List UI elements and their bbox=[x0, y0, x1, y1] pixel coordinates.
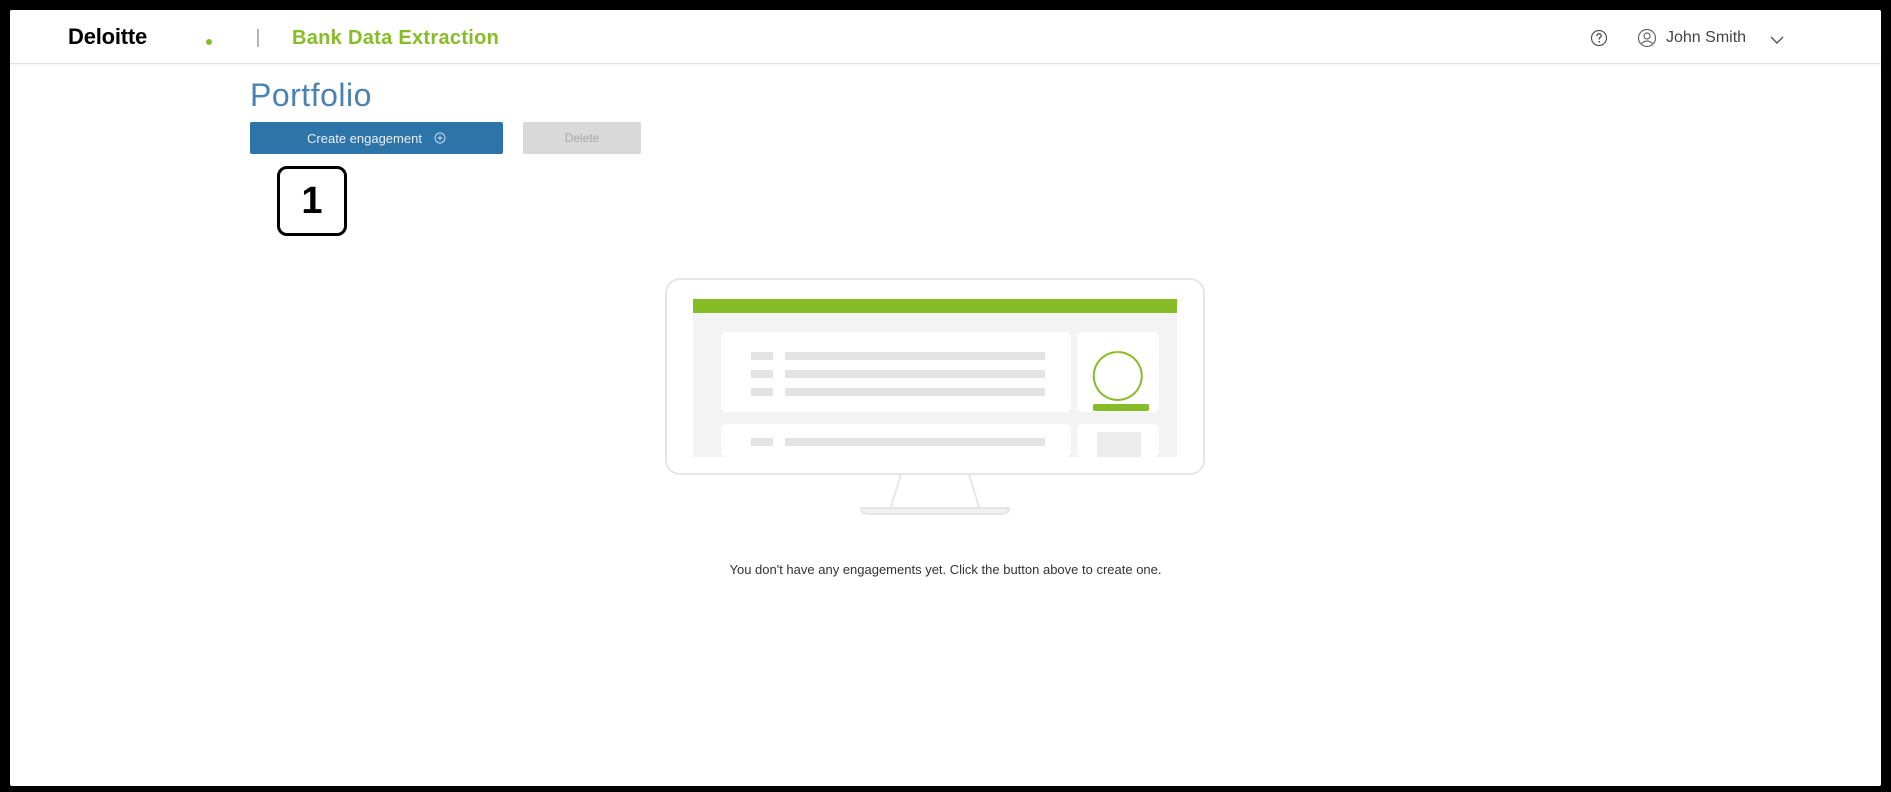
delete-button[interactable]: Delete bbox=[523, 122, 641, 154]
user-circle-icon[interactable] bbox=[1637, 28, 1657, 48]
delete-button-label: Delete bbox=[564, 131, 600, 145]
step-number-badge: 1 bbox=[277, 166, 347, 236]
page-title: Portfolio bbox=[250, 77, 372, 113]
create-engagement-button[interactable]: Create engagement bbox=[250, 122, 503, 154]
empty-state-monitor-illustration bbox=[665, 278, 1205, 515]
deloitte-logo[interactable]: Deloitte bbox=[68, 24, 147, 50]
top-navigation-bar: Deloitte Bank Data Extraction John Smith bbox=[10, 10, 1881, 64]
user-name[interactable]: John Smith bbox=[1666, 29, 1746, 47]
plus-circle-icon bbox=[434, 132, 446, 144]
chevron-down-icon[interactable] bbox=[1770, 32, 1784, 44]
app-title[interactable]: Bank Data Extraction bbox=[292, 27, 499, 50]
header-divider bbox=[257, 29, 259, 47]
step-number: 1 bbox=[301, 179, 323, 222]
create-engagement-label: Create engagement bbox=[307, 130, 422, 146]
logo-dot bbox=[206, 39, 212, 45]
empty-state-message: You don't have any engagements yet. Clic… bbox=[729, 562, 1162, 577]
help-circle-icon[interactable] bbox=[1590, 29, 1608, 47]
app-window: Deloitte Bank Data Extraction John Smith bbox=[10, 10, 1881, 786]
